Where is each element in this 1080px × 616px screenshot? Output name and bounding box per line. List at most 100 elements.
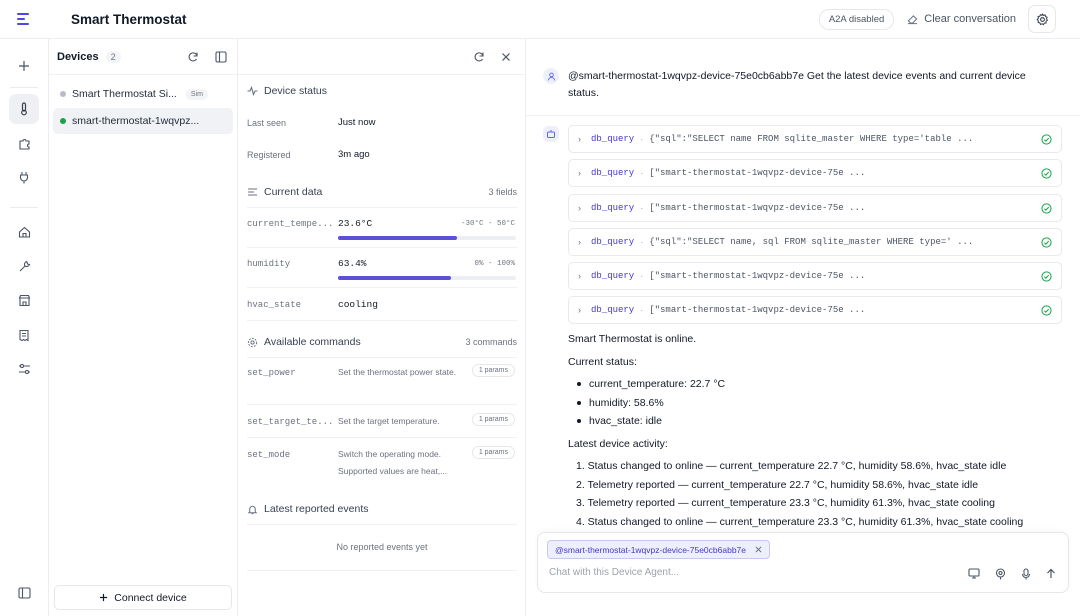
bell-icon [247, 504, 258, 515]
device-mention-chip[interactable]: @smart-thermostat-1wqvpz-device-75e0cb6a… [547, 540, 770, 559]
command-name[interactable]: set_power [247, 368, 296, 378]
chat-panel: @smart-thermostat-1wqvpz-device-75e0cb6a… [526, 39, 1080, 616]
activity-item: 3. Telemetry reported — current_temperat… [576, 497, 995, 509]
page-title: Smart Thermostat [71, 11, 187, 27]
data-value: cooling [338, 299, 378, 310]
home-icon [18, 226, 31, 238]
chat-input[interactable]: Chat with this Device Agent... [549, 567, 929, 578]
a2a-status-badge[interactable]: A2A disabled [818, 8, 895, 30]
collapse-panel-icon[interactable] [215, 50, 227, 63]
check-circle-icon [1041, 167, 1052, 179]
chevron-right-icon: › [578, 203, 581, 213]
current-data-title: Current data [264, 186, 323, 198]
status-heading: Current status: [568, 356, 637, 368]
sliders-nav-button[interactable] [9, 354, 39, 384]
chevron-right-icon: › [578, 134, 581, 144]
settings-button[interactable] [1028, 5, 1056, 33]
device-item-simulator[interactable]: Smart Thermostat Si... Sim [53, 81, 233, 107]
tool-name: db_query [591, 271, 635, 281]
device-item-selected[interactable]: smart-thermostat-1wqvpz... [53, 108, 233, 134]
tool-args: ["smart-thermostat-1wqvpz-device-75e ... [649, 203, 866, 213]
device-name: Smart Thermostat Si... [72, 88, 177, 100]
connect-device-button[interactable]: Connect device [54, 585, 232, 610]
device-status-title: Device status [264, 85, 328, 97]
refresh-icon[interactable] [187, 51, 199, 63]
connect-device-label: Connect device [114, 591, 187, 604]
tool-call[interactable]: › db_query · ["smart-thermostat-1wqvpz-d… [568, 194, 1062, 222]
data-key: hvac_state [247, 300, 302, 310]
refresh-icon[interactable] [473, 51, 485, 63]
humidity-bar [338, 276, 516, 280]
tools-nav-button[interactable] [9, 251, 39, 281]
gear-icon [1036, 12, 1049, 26]
status-dot [60, 91, 66, 97]
command-name[interactable]: set_mode [247, 450, 290, 460]
plus-icon [99, 593, 108, 602]
tool-call[interactable]: › db_query · {"sql":"SELECT name FROM sq… [568, 125, 1062, 153]
tool-args: {"sql":"SELECT name, sql FROM sqlite_mas… [649, 237, 974, 247]
device-name: smart-thermostat-1wqvpz... [72, 115, 200, 127]
command-name[interactable]: set_target_te... [247, 417, 333, 427]
activity-item: 4. Status changed to online — current_te… [576, 516, 1024, 528]
tool-call[interactable]: › db_query · ["smart-thermostat-1wqvpz-d… [568, 159, 1062, 187]
puzzle-nav-button[interactable] [9, 128, 39, 158]
thermometer-icon [18, 102, 30, 116]
commands-header: Available commands 3 commands [247, 336, 517, 348]
close-icon[interactable] [501, 52, 511, 62]
commands-count: 3 commands [465, 337, 517, 347]
thermometer-nav-button[interactable] [9, 94, 39, 124]
chevron-right-icon: › [578, 305, 581, 315]
home-nav-button[interactable] [9, 217, 39, 247]
commands-title: Available commands [264, 336, 361, 348]
last-seen-value: Just now [338, 117, 376, 128]
params-badge: 1 params [471, 413, 515, 426]
clear-conversation-button[interactable]: Clear conversation [907, 13, 1016, 25]
eraser-icon [907, 14, 918, 25]
activity-heading: Latest device activity: [568, 438, 668, 450]
plug-nav-button[interactable] [9, 162, 39, 192]
temperature-bar [338, 236, 516, 240]
wrench-icon [18, 260, 31, 273]
events-title: Latest reported events [264, 503, 369, 515]
send-arrow-icon[interactable] [1046, 568, 1056, 580]
plus-icon [18, 60, 30, 72]
receipt-nav-button[interactable] [9, 320, 39, 350]
tool-name: db_query [591, 168, 635, 178]
assistant-online-text: Smart Thermostat is online. [568, 333, 697, 345]
store-nav-button[interactable] [9, 285, 39, 315]
status-item: current_temperature: 22.7 °C [577, 378, 725, 390]
tool-args: ["smart-thermostat-1wqvpz-device-75e ... [649, 168, 866, 178]
monitor-icon[interactable] [968, 568, 980, 580]
microphone-icon[interactable] [1021, 568, 1031, 580]
data-range: 0% - 100% [474, 260, 515, 268]
check-circle-icon [1041, 304, 1052, 316]
list-icon [247, 187, 258, 197]
params-badge: 1 params [471, 364, 515, 377]
gear-icon [247, 337, 258, 348]
tool-call[interactable]: › db_query · ["smart-thermostat-1wqvpz-d… [568, 296, 1062, 324]
close-icon[interactable] [755, 546, 762, 553]
user-avatar [543, 68, 559, 84]
data-key: humidity [247, 259, 291, 269]
current-data-header: Current data 3 fields [247, 186, 517, 198]
data-range: -30°C - 50°C [460, 220, 515, 228]
temperature-bar-fill [338, 236, 458, 240]
data-value: 63.4% [338, 258, 367, 269]
device-detail-panel: Device status Last seen Just now Registe… [238, 39, 526, 616]
location-pin-icon[interactable] [995, 568, 1006, 580]
menu-logo-icon[interactable] [0, 0, 48, 39]
command-description: Set the thermostat power state. [338, 367, 457, 377]
status-item: humidity: 58.6% [577, 397, 664, 409]
events-header: Latest reported events [247, 503, 517, 515]
plug-icon [18, 171, 30, 184]
fields-count: 3 fields [488, 187, 517, 197]
tool-call[interactable]: › db_query · {"sql":"SELECT name, sql FR… [568, 228, 1062, 256]
no-events-message: No reported events yet [336, 542, 428, 552]
toggle-sidebar-button[interactable] [9, 578, 39, 608]
mention-chip-label: @smart-thermostat-1wqvpz-device-75e0cb6a… [555, 544, 746, 555]
tool-name: db_query [591, 203, 635, 213]
tool-call[interactable]: › db_query · ["smart-thermostat-1wqvpz-d… [568, 262, 1062, 290]
new-button[interactable] [9, 51, 39, 81]
bot-avatar [543, 126, 559, 142]
humidity-bar-fill [338, 276, 451, 280]
